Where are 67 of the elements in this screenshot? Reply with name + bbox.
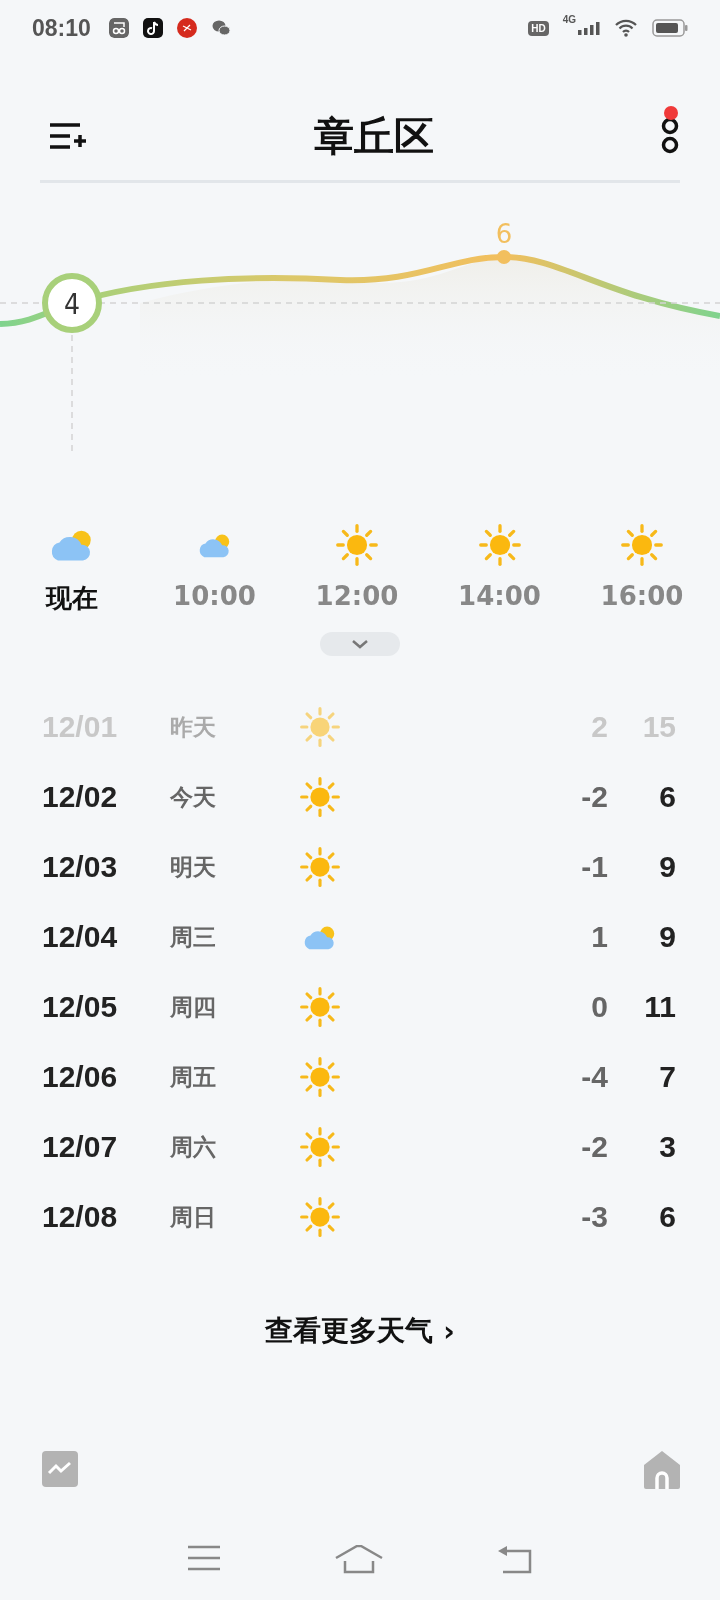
home-icon[interactable] <box>644 1451 680 1489</box>
forecast-date: 12/04 <box>42 920 119 954</box>
high-temperature: 11 <box>643 990 676 1024</box>
more-weather-link[interactable]: 查看更多天气 › <box>265 1312 455 1350</box>
forecast-day: 今天 <box>170 781 280 813</box>
news-app-icon <box>176 18 197 38</box>
forecast-date: 12/06 <box>42 1060 119 1094</box>
back-icon[interactable] <box>497 1545 533 1575</box>
sun-icon <box>299 1196 341 1238</box>
high-temperature: 6 <box>658 1200 676 1234</box>
sun-icon <box>299 776 341 818</box>
high-temperature: 3 <box>658 1130 676 1164</box>
low-temperature: 1 <box>590 920 608 954</box>
more-options-icon[interactable] <box>660 116 680 156</box>
low-temperature: -2 <box>580 780 608 814</box>
chat-app-icon <box>210 18 231 38</box>
low-temperature: -3 <box>580 1200 608 1234</box>
sun-icon <box>335 523 379 567</box>
forecast-date: 12/03 <box>42 850 119 884</box>
battery-icon <box>652 19 688 37</box>
chevron-down-icon <box>351 639 369 649</box>
forecast-day: 明天 <box>170 851 280 883</box>
sun-icon <box>299 1126 341 1168</box>
city-title: 章丘区 <box>314 111 434 161</box>
hd-badge: HD <box>528 20 549 36</box>
low-temperature: -2 <box>580 1130 608 1164</box>
sun-icon <box>299 1056 341 1098</box>
peak-temperature: 6 <box>495 219 513 249</box>
add-city-menu-icon[interactable] <box>48 121 88 151</box>
high-temperature: 9 <box>658 920 676 954</box>
high-temperature: 9 <box>658 850 676 884</box>
sun-icon <box>299 986 341 1028</box>
current-temperature: 4 <box>64 288 80 321</box>
sun-icon <box>477 523 522 567</box>
forecast-day: 周日 <box>170 1201 280 1233</box>
forecast-day: 周三 <box>170 921 280 953</box>
forecast-date: 12/07 <box>42 1130 119 1164</box>
music-note-app-icon <box>142 18 163 38</box>
hourly-forecast-item[interactable]: 10:00 <box>152 523 277 616</box>
signal-icon <box>578 21 600 35</box>
wifi-icon <box>614 19 638 37</box>
low-temperature: 0 <box>590 990 608 1024</box>
low-temperature: -1 <box>580 850 608 884</box>
expand-button[interactable] <box>320 632 400 656</box>
high-temperature: 7 <box>658 1060 676 1094</box>
hourly-forecast-item[interactable]: 12:00 <box>295 523 419 616</box>
trend-chart-icon[interactable] <box>42 1451 78 1489</box>
sun-icon <box>620 523 664 567</box>
network-type: 4G <box>562 14 576 25</box>
forecast-day: 周四 <box>170 991 280 1023</box>
forecast-date: 12/08 <box>42 1200 119 1234</box>
forecast-day: 昨天 <box>170 711 280 743</box>
high-temperature: 6 <box>658 780 676 814</box>
sun-icon <box>299 846 341 888</box>
screenshot-app-icon <box>108 18 129 38</box>
sun-icon <box>299 706 341 748</box>
forecast-date: 12/05 <box>42 990 119 1024</box>
home-nav-icon[interactable] <box>335 1545 383 1575</box>
current-temp-marker <box>42 273 102 333</box>
hourly-forecast-item[interactable]: 16:00 <box>580 523 704 616</box>
status-time: 08:10 <box>32 14 91 42</box>
forecast-day: 周五 <box>170 1061 280 1093</box>
low-temperature: -4 <box>580 1060 608 1094</box>
forecast-date: 12/02 <box>42 780 119 814</box>
hourly-forecast-item[interactable]: 14:00 <box>437 523 562 616</box>
hourly-forecast-item[interactable]: 现在 <box>10 523 134 616</box>
forecast-day: 周六 <box>170 1131 280 1163</box>
